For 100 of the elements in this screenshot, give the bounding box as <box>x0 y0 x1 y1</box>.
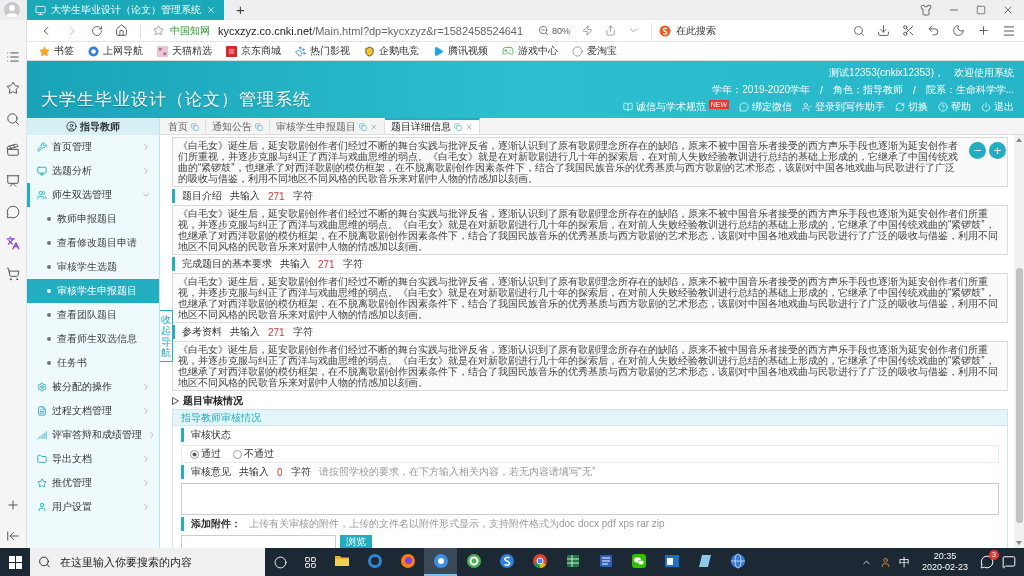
refresh-icon <box>895 102 905 112</box>
radio-icon[interactable] <box>233 449 242 459</box>
bookmark-link[interactable]: 书签 <box>39 44 74 58</box>
menu-icon[interactable] <box>1002 23 1016 38</box>
clapperboard-icon[interactable] <box>6 143 20 157</box>
sidebar-item[interactable]: 选题分析 <box>27 159 159 183</box>
chat-icon[interactable] <box>6 205 20 219</box>
count-value: 271 <box>268 326 285 338</box>
section-title: 审核意见 <box>191 465 231 479</box>
chevron-right-icon <box>141 454 151 464</box>
count-unit: 字符 <box>290 465 311 479</box>
chevron-right-icon <box>141 478 151 488</box>
star-icon[interactable] <box>153 25 164 36</box>
scissors-icon[interactable] <box>902 24 915 37</box>
cart-icon[interactable] <box>6 267 20 281</box>
sidebar-subitem[interactable]: 任务书 <box>27 351 159 375</box>
search-icon[interactable] <box>6 112 20 126</box>
sidebar-subitem[interactable]: 教师申报题目 <box>27 207 159 231</box>
task-view-icon[interactable] <box>303 555 317 569</box>
action-center-icon[interactable] <box>1002 555 1016 569</box>
radio-option[interactable]: 不通过 <box>233 447 274 461</box>
add-icon[interactable] <box>977 24 990 37</box>
bookmark-link[interactable]: 热门影视 <box>295 44 350 58</box>
monitor-icon <box>35 4 46 16</box>
sidebar-item[interactable]: 评审答辩和成绩管理 <box>27 423 159 447</box>
download-icon[interactable] <box>877 24 890 37</box>
circle-icon[interactable] <box>273 555 287 569</box>
browser-icon <box>531 553 548 569</box>
bullet-icon <box>47 313 51 317</box>
lightning-icon[interactable] <box>582 25 593 36</box>
sidebar-item[interactable]: 师生双选管理 <box>27 183 159 207</box>
sidebar-subitem[interactable]: 查看团队题目 <box>27 303 159 327</box>
star-icon[interactable] <box>6 81 20 95</box>
bookmark-link[interactable]: 京东商城 <box>226 44 281 58</box>
bookmark-link[interactable]: 爱淘宝 <box>572 44 617 58</box>
close-icon[interactable] <box>1002 4 1014 16</box>
bookmark-link[interactable]: 游戏中心 <box>502 44 558 58</box>
app-title: 大学生毕业设计（论文）管理系统 <box>41 89 311 111</box>
section-title: 参考资料 <box>182 325 222 339</box>
translate-icon[interactable] <box>6 236 20 250</box>
triangle-icon[interactable] <box>172 397 179 405</box>
ime-indicator[interactable]: 中 <box>898 554 910 570</box>
scroll-up-icon[interactable] <box>1016 138 1022 142</box>
sidebar-subitem[interactable]: 查看师生双选信息 <box>27 327 159 351</box>
opinion-field[interactable] <box>181 483 999 515</box>
bookmark-link[interactable]: 上网导航 <box>88 44 143 58</box>
start-icon[interactable] <box>8 555 22 569</box>
zoom-button[interactable]: 80% <box>538 25 570 36</box>
chevron-right-icon <box>141 502 151 512</box>
chevron-right-icon <box>147 430 157 440</box>
bookmark-link[interactable]: 腾讯视频 <box>433 44 488 58</box>
count-unit: 字符 <box>292 325 313 339</box>
sidebar-item[interactable]: 首页管理 <box>27 135 159 159</box>
bookmark-link[interactable]: 天猫精选 <box>157 44 212 58</box>
separator: / <box>912 84 916 96</box>
shirt-icon[interactable] <box>920 4 932 16</box>
hint-text: 请按照学校的要求，在下方输入相关内容，若无内容请填写“无” <box>318 465 596 479</box>
new-tab-button[interactable]: + <box>232 1 249 19</box>
share-icon[interactable] <box>605 25 616 36</box>
sidebar-subitem[interactable]: 查看修改题目申请 <box>27 231 159 255</box>
search-field[interactable]: 在这里输入你要搜索的内容 <box>30 548 265 576</box>
paw-icon <box>295 45 306 57</box>
file-field[interactable] <box>181 535 336 548</box>
monitor-icon <box>37 166 47 176</box>
bullet-icon <box>47 217 51 221</box>
play-icon <box>433 45 444 57</box>
grid-icon <box>157 45 168 57</box>
url-field[interactable]: kycxzyz.co.cnki.net/Main.html?dp=kycxzyz&r=1582458524641 <box>218 24 524 37</box>
radio-icon[interactable] <box>190 449 199 459</box>
copy-icon <box>255 123 263 131</box>
radio-option[interactable]: 通过 <box>190 447 221 461</box>
page-tab[interactable]: 题目详细信息 <box>385 118 480 134</box>
maximize-icon[interactable] <box>976 5 986 15</box>
bullet-icon <box>47 289 51 293</box>
sidebar-item[interactable]: 被分配的操作 <box>27 375 159 399</box>
list-icon[interactable] <box>6 50 20 64</box>
reload-icon[interactable] <box>91 24 103 37</box>
clock[interactable]: 20:35 2020-02-23 <box>917 551 972 573</box>
scrollbar-thumb[interactable] <box>1015 268 1023 523</box>
search-icon[interactable] <box>853 24 865 37</box>
slides-icon[interactable] <box>6 174 20 188</box>
paragraph-box: 《白毛女》诞生后，延安歌剧创作者们经过不断的舞台实践与批评反省，逐渐认识到了原有歌剧理念所存在的缺陷，原来不被中国音乐者接受的西方声乐手段也逐渐为延安创作者们所重视，并逐步克服与纠正了西洋与戏曲思维的弱点。《白毛女》就是在对新歌剧进行几十年的探索后，在对前人失败经验教训进行总结的基础上形成的，它继承了中国传统戏曲的“紧锣鼓”，也继承了对西洋歌剧的模仿框架，在不脱离歌剧创作因素条件下，结合了我国民族音乐的优秀基质与西方歌剧的艺术形态，该剧对中国各地戏曲与民歌进行了广泛的吸收与借鉴，利用不同地区不同风格的民歌音乐来对剧中人物的情感加以刻画。 <box>172 273 1008 323</box>
sidebar-item[interactable]: 推优管理 <box>27 471 159 495</box>
sidebar-item[interactable]: 导出文档 <box>27 447 159 471</box>
undo-icon[interactable] <box>927 24 940 37</box>
collapse-icon[interactable] <box>6 529 20 543</box>
sidebar-item[interactable]: 过程文档管理 <box>27 399 159 423</box>
star-icon <box>37 478 47 488</box>
window-icon <box>663 553 680 569</box>
moon-icon[interactable] <box>952 24 965 37</box>
count-label: 共输入 <box>230 189 260 203</box>
scroll-down-icon[interactable] <box>1016 541 1022 545</box>
users-icon <box>37 190 47 200</box>
bookmark-link[interactable]: 企鹅电竞 <box>364 44 419 58</box>
home-icon[interactable] <box>115 24 128 37</box>
person-icon[interactable] <box>879 556 891 568</box>
sidebar-item[interactable]: 用户设置 <box>27 495 159 519</box>
hint-text: 上传有关审核的附件，上传的文件名以附件形式显示，支持附件格式为doc docx pdf xps rar zip <box>249 517 665 531</box>
taskbar-app-button[interactable] <box>424 548 457 576</box>
sidebar-subitem[interactable]: 审核学生选题 <box>27 255 159 279</box>
